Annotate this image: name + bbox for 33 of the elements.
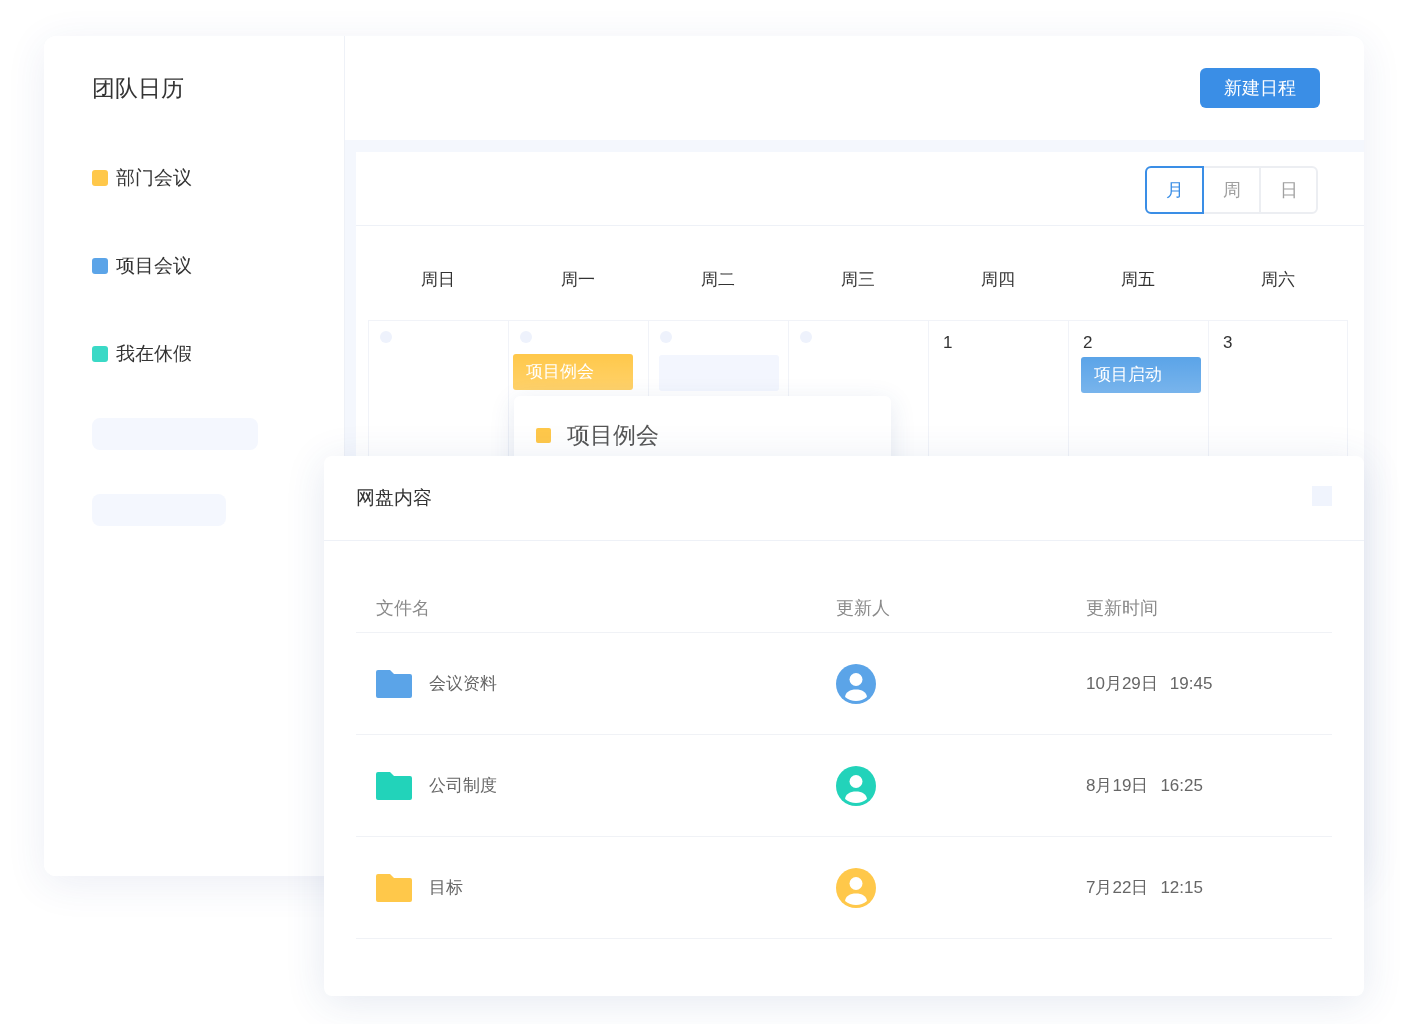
category-label[interactable]: 部门会议 xyxy=(116,163,192,193)
date-number: 1 xyxy=(942,332,953,354)
weekday-label: 周日 xyxy=(421,269,455,291)
date-number: 3 xyxy=(1222,332,1233,354)
event-chip[interactable]: 项目启动 xyxy=(1081,357,1201,393)
weekday-label: 周一 xyxy=(561,269,595,291)
column-header: 更新时间 xyxy=(1086,596,1158,620)
column-header: 更新人 xyxy=(836,596,890,620)
view-tab[interactable]: 日 xyxy=(1259,166,1318,214)
update-date: 7月22日 xyxy=(1086,876,1149,899)
panel-title: 网盘内容 xyxy=(356,486,432,510)
view-tab[interactable]: 月 xyxy=(1145,166,1204,214)
update-time: 16:25 xyxy=(1160,774,1203,797)
weekday-label: 周二 xyxy=(701,269,735,291)
category-label[interactable]: 我在休假 xyxy=(116,339,192,369)
weekday-label: 周三 xyxy=(841,269,875,291)
app-title: 团队日历 xyxy=(92,74,184,103)
update-date: 8月19日 xyxy=(1086,774,1149,797)
weekday-label: 周四 xyxy=(981,269,1015,291)
new-event-button[interactable]: 新建日程 xyxy=(1200,68,1320,108)
weekday-label: 周六 xyxy=(1261,269,1295,291)
update-date: 10月29日 xyxy=(1086,672,1158,695)
file-name: 目标 xyxy=(429,876,463,899)
file-name: 会议资料 xyxy=(429,672,497,695)
view-tab[interactable]: 周 xyxy=(1202,166,1261,214)
weekday-label: 周五 xyxy=(1121,269,1155,291)
column-header: 文件名 xyxy=(376,596,430,620)
update-time: 12:15 xyxy=(1160,876,1203,899)
file-name: 公司制度 xyxy=(429,774,497,797)
update-time: 19:45 xyxy=(1169,672,1213,695)
category-label[interactable]: 项目会议 xyxy=(116,251,192,281)
date-number: 2 xyxy=(1082,332,1093,354)
popover-title: 项目例会 xyxy=(567,421,659,450)
